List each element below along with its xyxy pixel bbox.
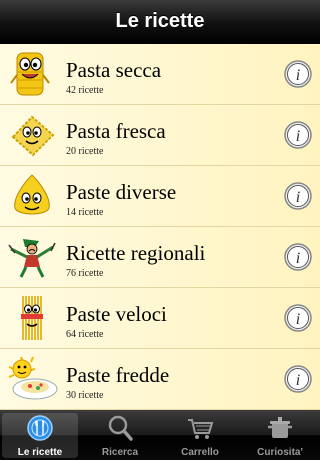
recipe-category-row[interactable]: Paste veloci 64 ricette i [0, 288, 320, 349]
tab-label: Ricerca [101, 447, 139, 458]
svg-text:i: i [296, 372, 300, 389]
recipe-category-title: Paste fredde [66, 363, 170, 387]
recipe-category-title: Ricette regionali [66, 241, 206, 265]
recipe-category-row[interactable]: Paste fredde 30 ricette i [0, 349, 320, 410]
recipe-category-row[interactable]: Ricette regionali 76 ricette i [0, 227, 320, 288]
recipe-category-row[interactable]: Pasta secca 42 ricette i [0, 44, 320, 105]
recipe-category-list[interactable]: Pasta secca 42 ricette i Pasta fresca 20… [0, 44, 320, 410]
svg-text:i: i [296, 67, 300, 84]
recipe-count: 14 ricette [66, 207, 104, 218]
page-title: Le ricette [115, 10, 205, 32]
recipe-category-title: Pasta secca [66, 58, 162, 82]
recipe-category-title: Pasta fresca [66, 119, 166, 143]
tab-label: Curiosita' [257, 447, 303, 458]
gnocco-mascot-icon [5, 172, 59, 220]
magnifier-icon [105, 414, 135, 442]
tab-label: Le ricette [17, 447, 63, 458]
tab-bar: Le ricette Ricerca Carrello Curiosita' [0, 410, 320, 460]
svg-text:i: i [296, 128, 300, 145]
recipe-count: 30 ricette [66, 390, 104, 401]
pot-icon [265, 414, 295, 442]
recipe-category-row[interactable]: Pasta fresca 20 ricette i [0, 105, 320, 166]
tab-ricerca[interactable]: Ricerca [80, 410, 160, 460]
tab-curiosita[interactable]: Curiosita' [240, 410, 320, 460]
tab-le-ricette[interactable]: Le ricette [0, 410, 80, 460]
info-button[interactable]: i [284, 365, 312, 393]
regional-character-icon [5, 233, 59, 281]
ravioli-mascot-icon [5, 111, 59, 159]
info-button[interactable]: i [284, 243, 312, 271]
recipe-count: 20 ricette [66, 146, 104, 157]
recipe-category-title: Paste diverse [66, 180, 177, 204]
tab-label: Carrello [181, 447, 219, 458]
info-button[interactable]: i [284, 121, 312, 149]
spaghetti-mascot-icon [5, 294, 59, 342]
recipe-count: 76 ricette [66, 268, 104, 279]
svg-text:i: i [296, 311, 300, 328]
recipe-category-row[interactable]: Paste diverse 14 ricette i [0, 166, 320, 227]
navigation-bar: Le ricette [0, 0, 320, 44]
recipe-category-title: Paste veloci [66, 302, 167, 326]
info-button[interactable]: i [284, 304, 312, 332]
info-button[interactable]: i [284, 182, 312, 210]
svg-text:i: i [296, 189, 300, 206]
recipe-count: 42 ricette [66, 85, 104, 96]
info-button[interactable]: i [284, 60, 312, 88]
cart-icon [185, 414, 215, 442]
plate-cutlery-icon [25, 414, 55, 442]
rigatoni-mascot-icon [5, 50, 59, 98]
cold-pasta-plate-icon [5, 355, 59, 403]
svg-text:i: i [296, 250, 300, 267]
tab-carrello[interactable]: Carrello [160, 410, 240, 460]
recipe-count: 64 ricette [66, 329, 104, 340]
